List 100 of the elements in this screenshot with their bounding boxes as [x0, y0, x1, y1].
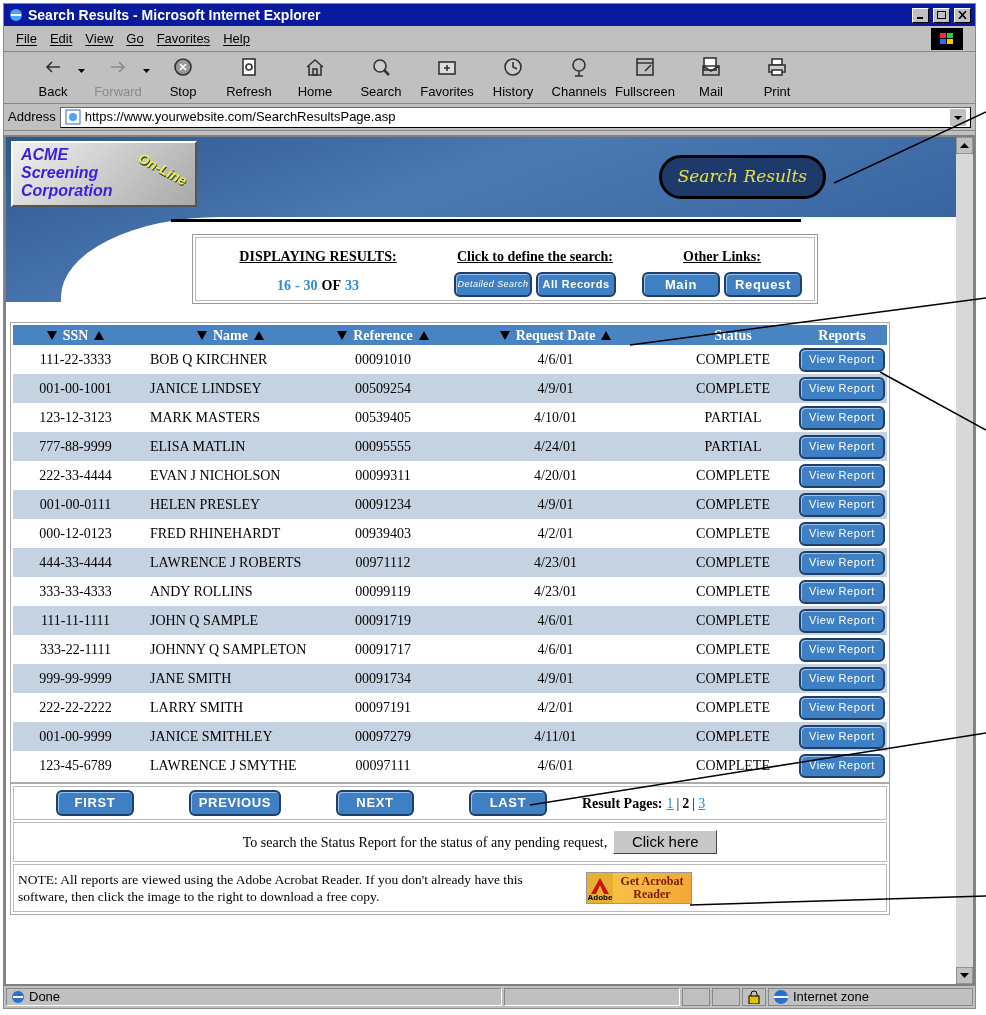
table-cell-text: 4/20/01 — [533, 467, 578, 485]
table-cell-text: 00971112 — [354, 554, 412, 572]
table-cell-text: 4/9/01 — [536, 670, 575, 688]
view-report-button[interactable]: View Report — [799, 695, 885, 720]
view-report-button[interactable]: View Report — [799, 434, 885, 459]
nav-link-button[interactable]: Main — [642, 272, 720, 297]
view-report-button[interactable]: View Report — [799, 405, 885, 430]
dropdown-caret-icon[interactable] — [78, 69, 85, 74]
section-heading: Other Links: — [683, 248, 761, 266]
view-report-button[interactable]: View Report — [799, 608, 885, 633]
sort-down-icon[interactable] — [337, 330, 348, 340]
pagination-button[interactable]: PREVIOUS — [189, 790, 281, 816]
view-report-button[interactable]: View Report — [799, 579, 885, 604]
sort-up-icon[interactable] — [418, 330, 429, 340]
table-cell-text: EVAN J NICHOLSON — [149, 467, 282, 485]
lock-icon — [748, 990, 760, 1004]
get-acrobat-reader-badge[interactable]: Adobe Get Acrobat Reader — [586, 872, 692, 904]
sort-up-icon[interactable] — [601, 330, 612, 340]
view-report-button[interactable]: View Report — [799, 637, 885, 662]
toolbar-button[interactable]: Refresh — [216, 55, 282, 101]
column-header[interactable]: Reference — [323, 325, 443, 345]
view-report-button[interactable]: View Report — [799, 724, 885, 749]
pagination-button[interactable]: NEXT — [336, 790, 414, 816]
table-cell-text: 00097111 — [354, 757, 412, 775]
view-report-button[interactable]: View Report — [799, 666, 885, 691]
table-cell-text: COMPLETE — [695, 583, 771, 601]
page-link[interactable]: 2 — [682, 792, 690, 814]
dropdown-caret-icon[interactable] — [143, 69, 150, 74]
search-results-badge: Search Results — [658, 155, 826, 199]
view-report-button[interactable]: View Report — [799, 492, 885, 517]
column-header[interactable]: Name — [138, 325, 323, 345]
menu-item[interactable]: Help — [223, 28, 250, 49]
table-cell-text: LAWRENCE J ROBERTS — [149, 554, 303, 572]
range-total: 33 — [345, 277, 360, 295]
table-cell-text: COMPLETE — [695, 380, 771, 398]
sort-down-icon[interactable] — [499, 330, 510, 340]
table-cell-text: JANICE SMITHLEY — [149, 728, 274, 746]
table-cell-text: 4/6/01 — [536, 757, 575, 775]
table-cell-text: COMPLETE — [695, 612, 771, 630]
window-title: Search Results - Microsoft Internet Explorer — [28, 5, 322, 25]
table-cell-text: COMPLETE — [695, 670, 771, 688]
toolbar-button[interactable]: Channels — [546, 55, 612, 101]
sort-up-icon[interactable] — [94, 330, 105, 340]
menu-item[interactable]: Go — [126, 28, 144, 49]
page-link[interactable]: 3 — [698, 792, 706, 814]
column-header[interactable]: Request Date — [443, 325, 668, 345]
section-heading: Click to define the search: — [456, 248, 614, 266]
table-cell-text: COMPLETE — [695, 525, 771, 543]
maximize-button[interactable] — [933, 7, 950, 23]
minimize-button[interactable] — [912, 7, 929, 23]
toolbar-button[interactable]: Stop — [150, 55, 216, 101]
table-cell-text: COMPLETE — [695, 641, 771, 659]
scroll-up-icon[interactable] — [956, 137, 973, 154]
table-cell-text: 4/2/01 — [536, 699, 575, 717]
sort-up-icon[interactable] — [254, 330, 264, 340]
pagination-button[interactable]: LAST — [469, 790, 547, 816]
search-option-button[interactable]: All Records — [536, 272, 616, 297]
toolbar-button[interactable]: Print — [744, 55, 810, 101]
window-icon — [634, 55, 656, 78]
menu-item[interactable]: Favorites — [156, 28, 211, 49]
view-report-button[interactable]: View Report — [799, 347, 885, 372]
view-report-button[interactable]: View Report — [799, 521, 885, 546]
toolbar-button[interactable]: Back — [20, 55, 86, 101]
logo-text: Corporation — [21, 182, 113, 200]
page-link[interactable]: 1 — [666, 792, 674, 814]
table-cell-text: 444-33-4444 — [38, 554, 113, 572]
column-header[interactable]: Status — [668, 325, 798, 345]
table-cell-text: ANDY ROLLINS — [149, 583, 254, 601]
table-cell-text: 4/10/01 — [533, 409, 578, 427]
page-icon — [11, 990, 25, 1004]
nav-link-button[interactable]: Request — [724, 272, 802, 297]
close-button[interactable] — [954, 7, 971, 23]
table-cell-text: 001-00-1001 — [38, 380, 113, 398]
toolbar-button[interactable]: History — [480, 55, 546, 101]
column-header[interactable]: Reports — [798, 325, 886, 345]
sort-down-icon[interactable] — [197, 330, 207, 340]
toolbar-button[interactable]: Favorites — [414, 55, 480, 101]
menu-item[interactable]: Edit — [49, 28, 73, 49]
view-report-button[interactable]: View Report — [799, 753, 885, 778]
table-cell-text: 111-22-3333 — [38, 351, 113, 369]
vertical-scrollbar[interactable] — [956, 137, 973, 984]
view-report-button[interactable]: View Report — [799, 550, 885, 575]
menu-item[interactable]: View — [85, 28, 114, 49]
pagination-button[interactable]: FIRST — [56, 790, 134, 816]
toolbar-button[interactable]: Fullscreen — [612, 55, 678, 101]
table-cell-text: LAWRENCE J SMYTHE — [149, 757, 298, 775]
search-option-button[interactable]: Detailed Search — [454, 272, 532, 297]
table-cell-text: 4/6/01 — [536, 351, 575, 369]
toolbar-button[interactable]: Search — [348, 55, 414, 101]
menu-item[interactable]: File — [16, 28, 37, 49]
toolbar-button[interactable]: Home — [282, 55, 348, 101]
column-header[interactable]: SSN — [13, 325, 138, 345]
view-report-button[interactable]: View Report — [799, 376, 885, 401]
table-cell-text: 123-45-6789 — [38, 757, 113, 775]
click-here-button[interactable]: Click here — [613, 830, 718, 854]
address-field[interactable]: https://www.yourwebsite.com/SearchResultsPage.asp — [59, 106, 971, 128]
sort-down-icon[interactable] — [46, 330, 57, 340]
toolbar-button[interactable]: Mail — [678, 55, 744, 101]
scroll-down-icon[interactable] — [956, 967, 973, 984]
view-report-button[interactable]: View Report — [799, 463, 885, 488]
